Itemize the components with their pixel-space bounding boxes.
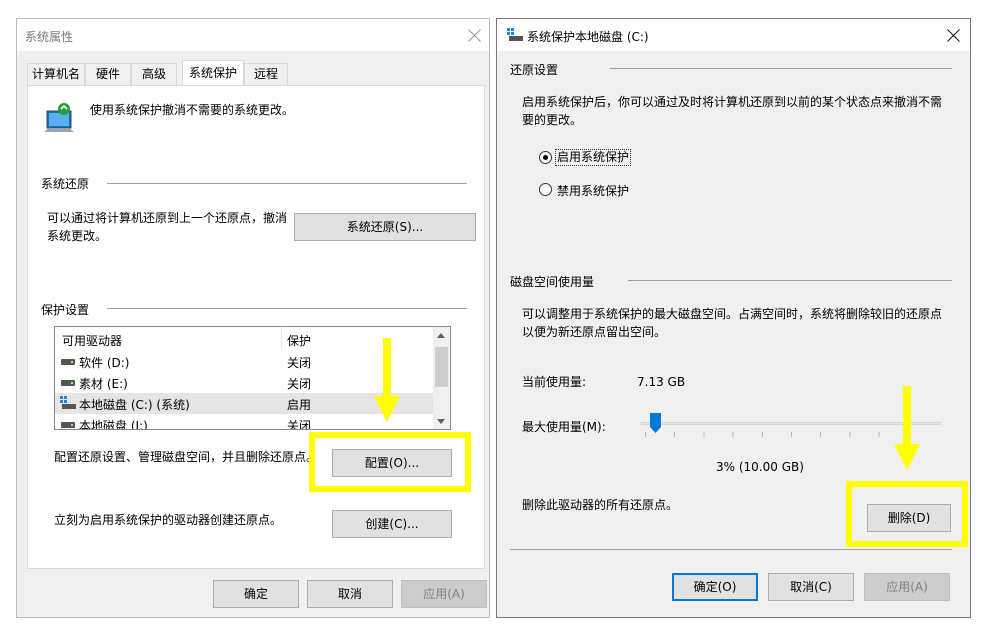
restore-settings-line1: 启用系统保护后，你可以通过及时将计算机还原到以前的某个状态点来撤消不需 xyxy=(522,95,943,109)
scrollbar-thumb[interactable] xyxy=(435,347,448,387)
disk-usage-label: 磁盘空间使用量 xyxy=(510,275,595,289)
enable-protection-radio[interactable]: 启用系统保护 xyxy=(539,149,679,167)
tab-strip: 计算机名 硬件 高级 系统保护 远程 xyxy=(27,60,487,85)
restore-settings-label: 还原设置 xyxy=(510,63,559,77)
drive-name: 素材 (E:) xyxy=(79,377,128,391)
disk-usage-line1: 可以调整用于系统保护的最大磁盘空间。占满空间时，系统将删除较旧的还原点 xyxy=(522,307,943,321)
restore-settings-line2: 要的更改。 xyxy=(522,113,583,127)
ok-button[interactable]: 确定 xyxy=(213,580,299,608)
arrow-down-icon xyxy=(894,444,920,470)
divider xyxy=(628,280,952,281)
scroll-down-icon[interactable] xyxy=(437,419,445,424)
radio-checked-icon[interactable] xyxy=(539,151,552,164)
configure-text: 配置还原设置、管理磁盘空间，并且删除还原点。 xyxy=(54,450,319,464)
title-bar: 系统保护本地磁盘 (C:) xyxy=(497,19,970,51)
column-divider xyxy=(281,327,282,349)
tab-system-protection[interactable]: 系统保护 xyxy=(182,60,244,85)
column-header-protection[interactable]: 保护 xyxy=(287,332,311,349)
disk-usage-description: 可以调整用于系统保护的最大磁盘空间。占满空间时，系统将删除较旧的还原点 以便为新… xyxy=(522,305,962,341)
restore-description-line1: 可以通过将计算机还原到上一个还原点，撤消 xyxy=(47,211,288,225)
tab-hardware[interactable]: 硬件 xyxy=(85,63,131,85)
tab-panel: 使用系统保护撤消不需要的系统更改。 系统还原 可以通过将计算机还原到上一个还原点… xyxy=(27,85,485,569)
delete-text: 删除此驱动器的所有还原点。 xyxy=(522,498,679,512)
system-drive-icon xyxy=(60,396,76,409)
slider-track xyxy=(641,422,941,425)
drive-name: 软件 (D:) xyxy=(79,356,130,370)
drive-icon xyxy=(61,359,75,365)
system-properties-window: 系统属性 计算机名 硬件 高级 系统保护 远程 使用系统保护撤消不需要的系统更改… xyxy=(16,18,490,618)
highlight-configure-button xyxy=(309,432,471,492)
protection-settings-label: 保护设置 xyxy=(41,303,90,317)
title-bar: 系统属性 xyxy=(17,19,489,51)
divider xyxy=(610,68,952,69)
close-icon[interactable] xyxy=(467,28,483,44)
intro-text: 使用系统保护撤消不需要的系统更改。 xyxy=(90,103,295,117)
ok-button[interactable]: 确定(O) xyxy=(672,573,758,601)
max-usage-label: 最大使用量(M): xyxy=(522,420,606,434)
max-usage-value: 3% (10.00 GB) xyxy=(716,460,804,474)
scroll-up-icon[interactable] xyxy=(437,333,445,338)
apply-button[interactable]: 应用(A) xyxy=(864,573,950,601)
max-usage-slider[interactable] xyxy=(641,413,941,441)
restore-description: 可以通过将计算机还原到上一个还原点，撤消 系统更改。 xyxy=(47,209,287,245)
disk-usage-line2: 以便为新还原点留出空间。 xyxy=(522,325,667,339)
arrow-down-icon xyxy=(374,396,400,422)
drive-icon xyxy=(61,380,75,386)
cancel-button[interactable]: 取消 xyxy=(307,580,393,608)
column-header-drives[interactable]: 可用驱动器 xyxy=(62,332,122,349)
system-protection-icon xyxy=(44,103,74,132)
current-usage-label: 当前使用量: xyxy=(522,375,587,389)
restore-description-line2: 系统更改。 xyxy=(47,229,108,243)
drive-icon xyxy=(61,422,75,428)
create-button[interactable]: 创建(C)... xyxy=(332,510,452,538)
slider-thumb[interactable] xyxy=(650,413,661,433)
table-row[interactable]: 素材 (E:) 关闭 xyxy=(55,372,433,393)
arrow-shaft xyxy=(903,386,911,446)
tab-advanced[interactable]: 高级 xyxy=(131,63,177,85)
arrow-shaft xyxy=(383,338,391,398)
drive-status: 关闭 xyxy=(287,356,312,370)
system-restore-label: 系统还原 xyxy=(41,177,90,191)
slider-ticks xyxy=(645,432,937,437)
tab-computer-name[interactable]: 计算机名 xyxy=(27,63,85,85)
window-title: 系统属性 xyxy=(25,30,74,44)
table-row[interactable]: 软件 (D:) 关闭 xyxy=(55,351,433,372)
drive-status: 关闭 xyxy=(287,419,312,430)
apply-button[interactable]: 应用(A) xyxy=(401,580,487,608)
window-title: 系统保护本地磁盘 (C:) xyxy=(527,30,649,44)
drive-title-icon xyxy=(507,28,523,41)
current-usage-value: 7.13 GB xyxy=(637,375,686,389)
divider xyxy=(107,183,467,184)
create-text: 立刻为启用系统保护的驱动器创建还原点。 xyxy=(54,513,283,527)
disable-protection-label: 禁用系统保护 xyxy=(557,184,630,198)
divider xyxy=(107,308,467,309)
cancel-button[interactable]: 取消(C) xyxy=(768,573,854,601)
tab-remote[interactable]: 远程 xyxy=(244,63,288,85)
footer-divider xyxy=(510,549,952,550)
system-restore-button[interactable]: 系统还原(S)... xyxy=(294,213,476,241)
enable-protection-label: 启用系统保护 xyxy=(555,149,632,166)
disable-protection-radio[interactable]: 禁用系统保护 xyxy=(539,181,679,199)
drive-name: 本地磁盘 (C:) (系统) xyxy=(79,398,190,412)
close-icon[interactable] xyxy=(946,28,962,44)
drive-name: 本地磁盘 (J:) xyxy=(79,419,148,430)
radio-unchecked-icon[interactable] xyxy=(539,183,552,196)
restore-settings-description: 启用系统保护后，你可以通过及时将计算机还原到以前的某个状态点来撤消不需 要的更改… xyxy=(522,93,962,129)
highlight-delete-button xyxy=(846,481,968,547)
scrollbar[interactable] xyxy=(433,327,450,429)
drive-status: 关闭 xyxy=(287,377,312,391)
drive-status: 启用 xyxy=(287,398,312,412)
